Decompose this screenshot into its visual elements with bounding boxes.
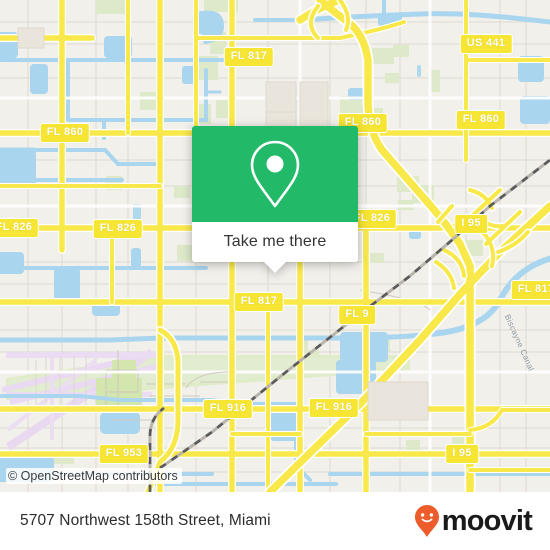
map-popup[interactable]: Take me there (192, 126, 358, 273)
road-shield: FL 953 (98, 444, 150, 464)
map-canvas[interactable]: FL 817US 441FL 860FL 860FL 860FL 826FL 8… (0, 0, 550, 492)
bottom-info-bar: 5707 Northwest 158th Street, Miami moovi… (0, 492, 550, 550)
road-shield: FL 860 (39, 123, 91, 143)
moovit-pin-icon (414, 505, 439, 537)
popup-action[interactable]: Take me there (192, 222, 358, 273)
road-shield: FL 860 (455, 110, 507, 130)
road-shield: FL 916 (308, 398, 360, 418)
road-shield: FL 817 (510, 280, 550, 300)
popup-tail-pointer (263, 261, 287, 273)
road-shield: FL 826 (92, 219, 144, 239)
popup-icon-area (192, 126, 358, 222)
road-shield: FL 817 (223, 47, 275, 67)
road-shield: FL 9 (338, 305, 376, 325)
road-shield: FL 916 (202, 399, 254, 419)
osm-attribution: © OpenStreetMap contributors (6, 468, 182, 484)
moovit-wordmark: moovit (441, 504, 533, 537)
road-shield: FL 817 (233, 292, 285, 312)
road-shield: FL 826 (0, 218, 40, 238)
popup-action-label: Take me there (223, 233, 327, 250)
road-shield: I 95 (454, 214, 488, 234)
address-label: 5707 Northwest 158th Street, Miami (20, 512, 271, 529)
road-shield: US 441 (459, 34, 513, 54)
road-shield: I 95 (445, 444, 479, 464)
moovit-logo: moovit (414, 504, 533, 538)
location-pin-icon (250, 140, 300, 208)
map-screen: FL 817US 441FL 860FL 860FL 860FL 826FL 8… (0, 0, 550, 550)
